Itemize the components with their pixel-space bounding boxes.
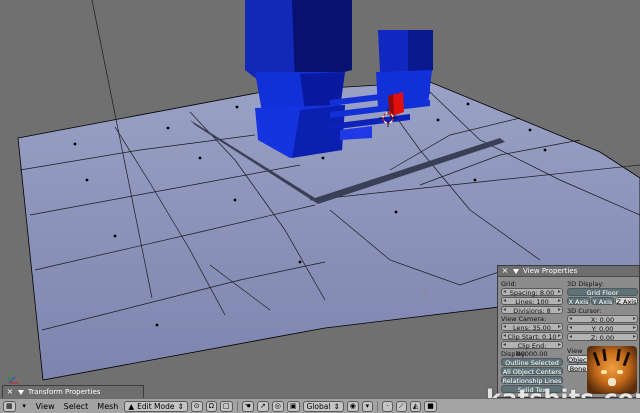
cursor-x-field[interactable]: X: 0.00	[567, 315, 638, 324]
menu-select[interactable]: Select	[61, 402, 92, 411]
grid-floor-toggle[interactable]: Grid Floor	[567, 288, 638, 297]
translate-icon[interactable]: ↗	[256, 400, 269, 412]
editor-type-grid-icon[interactable]: ▦	[3, 400, 16, 412]
divider	[236, 400, 238, 412]
occlude-icon[interactable]: ■	[424, 400, 437, 412]
chevron-down-icon[interactable]: ▾	[19, 401, 30, 412]
axis-gizmo-icon	[8, 374, 18, 384]
dropdown-icon[interactable]: ▾	[361, 400, 373, 412]
collapse-triangle-icon[interactable]	[18, 389, 24, 395]
cursor-z-field[interactable]: Z: 0.00	[567, 333, 638, 342]
grid-label: Grid:	[501, 280, 517, 288]
proportional-edit-icon[interactable]: ◉	[346, 400, 359, 412]
relationship-lines-toggle[interactable]: Relationship Lines	[501, 376, 563, 385]
3d-viewport[interactable]: × Transform Properties × View Properties…	[0, 0, 640, 398]
transform-panel-title: Transform Properties	[28, 388, 101, 396]
outline-selected-toggle[interactable]: Outline Selected	[501, 358, 563, 367]
lines-field[interactable]: Lines: 100	[501, 297, 563, 306]
3d-view-header: ▦ ▾ View Select Mesh ▲ Edit Mode ⇕ ⊙ Ω □…	[0, 398, 640, 413]
3d-display-label: 3D Display:	[567, 280, 604, 288]
axis-toggles: X Axis Y Axis Z Axis	[567, 297, 638, 306]
view-properties-left-column: Grid: Spacing: 8.00 Lines: 100 Divisions…	[501, 279, 563, 394]
orientation-select-value: Global	[306, 401, 331, 411]
chevron-down-icon: ⇕	[177, 401, 184, 411]
collapse-triangle-icon[interactable]	[513, 268, 519, 274]
close-icon[interactable]: ×	[501, 267, 509, 275]
transform-panel-header[interactable]: × Transform Properties	[3, 386, 143, 398]
blue-tower[interactable]	[245, 0, 352, 158]
view-camera-label: View Camera:	[501, 315, 547, 323]
view-properties-title: View Properties	[523, 267, 578, 275]
mode-select-value: Edit Mode	[137, 401, 175, 411]
y-axis-toggle[interactable]: Y Axis	[591, 297, 614, 306]
clip-start-field[interactable]: Clip Start: 0.10	[501, 332, 563, 341]
bone-button[interactable]: Bone	[567, 364, 589, 373]
clip-end-field[interactable]: Clip End: 80000.00	[501, 341, 563, 358]
divider	[376, 400, 378, 412]
transform-properties-panel[interactable]: × Transform Properties	[2, 385, 144, 398]
pivot-icon[interactable]: ⊙	[190, 400, 203, 412]
hand-grab-icon[interactable]: ☚	[241, 400, 254, 412]
vertex-select-icon[interactable]: ·	[381, 400, 393, 412]
menu-view[interactable]: View	[33, 402, 58, 411]
layer-icon[interactable]: □	[220, 400, 233, 412]
rotate-icon[interactable]: ◎	[271, 400, 284, 412]
divisions-field[interactable]: Divisions: 8	[501, 306, 563, 315]
all-object-centers-toggle[interactable]: All Object Centers	[501, 367, 563, 376]
x-axis-toggle[interactable]: X Axis	[567, 297, 590, 306]
edge-select-icon[interactable]: ⟋	[395, 400, 407, 412]
z-axis-toggle[interactable]: Z Axis	[615, 297, 638, 306]
lens-field[interactable]: Lens: 35.00	[501, 323, 563, 332]
orientation-select[interactable]: Global ⇕	[302, 400, 344, 412]
edit-mode-icon: ▲	[128, 401, 135, 411]
view-properties-header[interactable]: × View Properties	[498, 266, 639, 277]
magnet-icon[interactable]: Ω	[205, 400, 218, 412]
scale-icon[interactable]: ▣	[286, 400, 300, 412]
mode-select[interactable]: ▲ Edit Mode ⇕	[124, 400, 188, 412]
menu-mesh[interactable]: Mesh	[94, 402, 121, 411]
3d-cursor-label: 3D Cursor:	[567, 307, 602, 315]
spacing-field[interactable]: Spacing: 8.00	[501, 288, 563, 297]
close-icon[interactable]: ×	[6, 388, 14, 396]
cursor-y-field[interactable]: Y: 0.00	[567, 324, 638, 333]
chevron-down-icon: ⇕	[333, 401, 340, 411]
object-button[interactable]: Object	[567, 355, 589, 364]
face-select-icon[interactable]: ◭	[409, 400, 422, 412]
